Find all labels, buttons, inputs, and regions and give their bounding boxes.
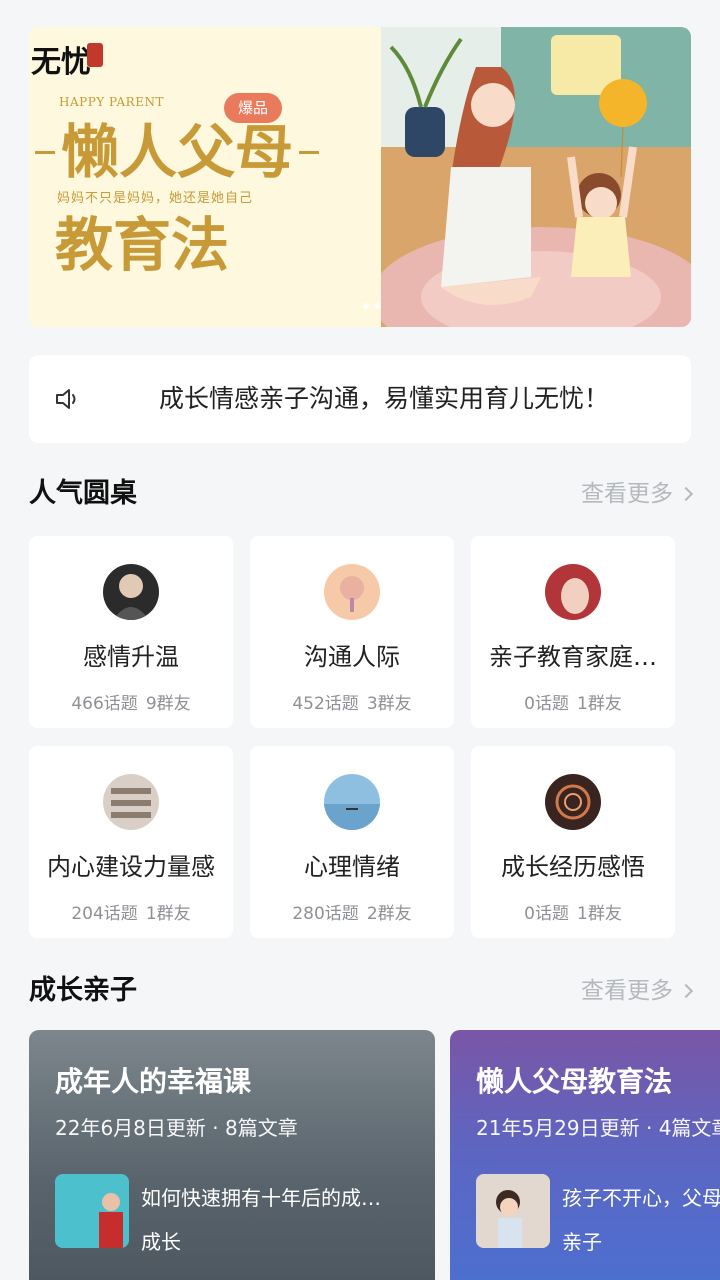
logo-seal-icon — [87, 43, 103, 67]
roundtable-avatar — [324, 564, 380, 620]
banner-title-row: 懒人父母 — [35, 117, 320, 187]
roundtable-title: 人气圆桌 — [29, 478, 137, 509]
title-dash-right — [299, 150, 320, 154]
topic-count: 452话题 — [292, 694, 359, 714]
growth-header: 成长亲子 查看更多 — [29, 971, 694, 1011]
topic-count: 280话题 — [292, 904, 359, 924]
carousel-dot[interactable] — [375, 303, 381, 309]
article-title: 孩子不开心，父母… — [562, 1186, 720, 1210]
roundtable-header: 人气圆桌 查看更多 — [29, 474, 694, 514]
roundtable-card-title: 沟通人际 — [304, 643, 400, 671]
article-tag: 亲子 — [562, 1230, 602, 1254]
roundtable-card-title: 内心建设力量感 — [47, 853, 215, 881]
carousel-dots[interactable] — [363, 303, 381, 309]
course-meta: 22年6月8日更新 · 8篇文章 — [55, 1116, 298, 1140]
article-tag: 成长 — [141, 1230, 181, 1254]
roundtable-card-title: 成长经历感悟 — [501, 853, 645, 881]
title-dash-left — [35, 150, 55, 154]
chevron-right-icon — [678, 983, 694, 999]
member-count: 1群友 — [577, 904, 622, 924]
roundtable-card-title: 感情升温 — [83, 643, 179, 671]
member-count: 1群友 — [577, 694, 622, 714]
roundtable-card-meta: 280话题 2群友 — [250, 899, 454, 924]
course-card[interactable]: 懒人父母教育法 21年5月29日更新 · 4篇文章 孩子不开心，父母… 亲子 — [450, 1030, 720, 1280]
article-title: 如何快速拥有十年后的成… — [141, 1186, 381, 1210]
roundtable-card-meta: 204话题 1群友 — [29, 899, 233, 924]
banner-kicker: HAPPY PARENT — [59, 95, 164, 109]
roundtable-avatar — [545, 774, 601, 830]
roundtable-avatar — [103, 564, 159, 620]
roundtable-card-meta: 0话题 1群友 — [471, 689, 675, 714]
course-meta: 21年5月29日更新 · 4篇文章 — [476, 1116, 720, 1140]
banner-illustration — [371, 27, 691, 327]
roundtable-card-meta: 452话题 3群友 — [250, 689, 454, 714]
hero-banner[interactable]: 无忧 HAPPY PARENT 爆品 懒人父母 妈妈不只是妈妈，她还是她自己 教… — [29, 27, 691, 327]
member-count: 9群友 — [145, 694, 191, 714]
banner-subtitle: 妈妈不只是妈妈，她还是她自己 — [57, 191, 254, 206]
banner-text-panel: 无忧 HAPPY PARENT 爆品 懒人父母 妈妈不只是妈妈，她还是她自己 教… — [29, 27, 381, 327]
carousel-dot[interactable] — [363, 303, 369, 309]
member-count: 3群友 — [366, 694, 412, 714]
topic-count: 466话题 — [71, 694, 138, 714]
article-thumbnail — [476, 1174, 550, 1248]
banner-title-line2: 教育法 — [55, 211, 230, 279]
chevron-right-icon — [678, 486, 694, 502]
course-title: 成年人的幸福课 — [55, 1065, 252, 1098]
roundtable-card[interactable]: 亲子教育家庭… 0话题 1群友 — [471, 536, 675, 728]
roundtable-card-meta: 466话题 9群友 — [29, 689, 233, 714]
mother-child-illustration — [371, 27, 691, 327]
roundtable-avatar — [545, 564, 601, 620]
banner-title: 懒人父母 — [61, 118, 294, 186]
roundtable-card-meta: 0话题 1群友 — [471, 899, 675, 924]
roundtable-card-title: 心理情绪 — [304, 853, 400, 881]
member-count: 2群友 — [366, 904, 412, 924]
course-title: 懒人父母教育法 — [476, 1065, 673, 1098]
course-card[interactable]: 成年人的幸福课 22年6月8日更新 · 8篇文章 如何快速拥有十年后的成… 成长 — [29, 1030, 435, 1280]
topic-count: 0话题 — [524, 694, 569, 714]
roundtable-card[interactable]: 心理情绪 280话题 2群友 — [250, 746, 454, 938]
roundtable-card[interactable]: 内心建设力量感 204话题 1群友 — [29, 746, 233, 938]
topic-count: 204话题 — [71, 904, 138, 924]
member-count: 1群友 — [145, 904, 191, 924]
topic-count: 0话题 — [524, 904, 569, 924]
growth-title: 成长亲子 — [29, 975, 137, 1006]
roundtable-card[interactable]: 成长经历感悟 0话题 1群友 — [471, 746, 675, 938]
roundtable-avatar — [103, 774, 159, 830]
announcement-text: 成长情感亲子沟通，易懂实用育儿无忧！ — [159, 384, 610, 413]
more-label: 查看更多 — [581, 978, 673, 1004]
roundtable-card-title: 亲子教育家庭… — [489, 643, 657, 671]
roundtable-avatar — [324, 774, 380, 830]
more-label: 查看更多 — [581, 481, 673, 507]
roundtable-card[interactable]: 感情升温 466话题 9群友 — [29, 536, 233, 728]
roundtable-card[interactable]: 沟通人际 452话题 3群友 — [250, 536, 454, 728]
roundtable-more-link[interactable]: 查看更多 — [581, 474, 694, 514]
article-thumbnail — [55, 1174, 129, 1248]
speaker-icon — [56, 389, 76, 409]
growth-more-link[interactable]: 查看更多 — [581, 971, 694, 1011]
announcement-bar[interactable]: 成长情感亲子沟通，易懂实用育儿无忧！ — [29, 355, 691, 443]
brand-logo: 无忧 — [31, 45, 91, 80]
